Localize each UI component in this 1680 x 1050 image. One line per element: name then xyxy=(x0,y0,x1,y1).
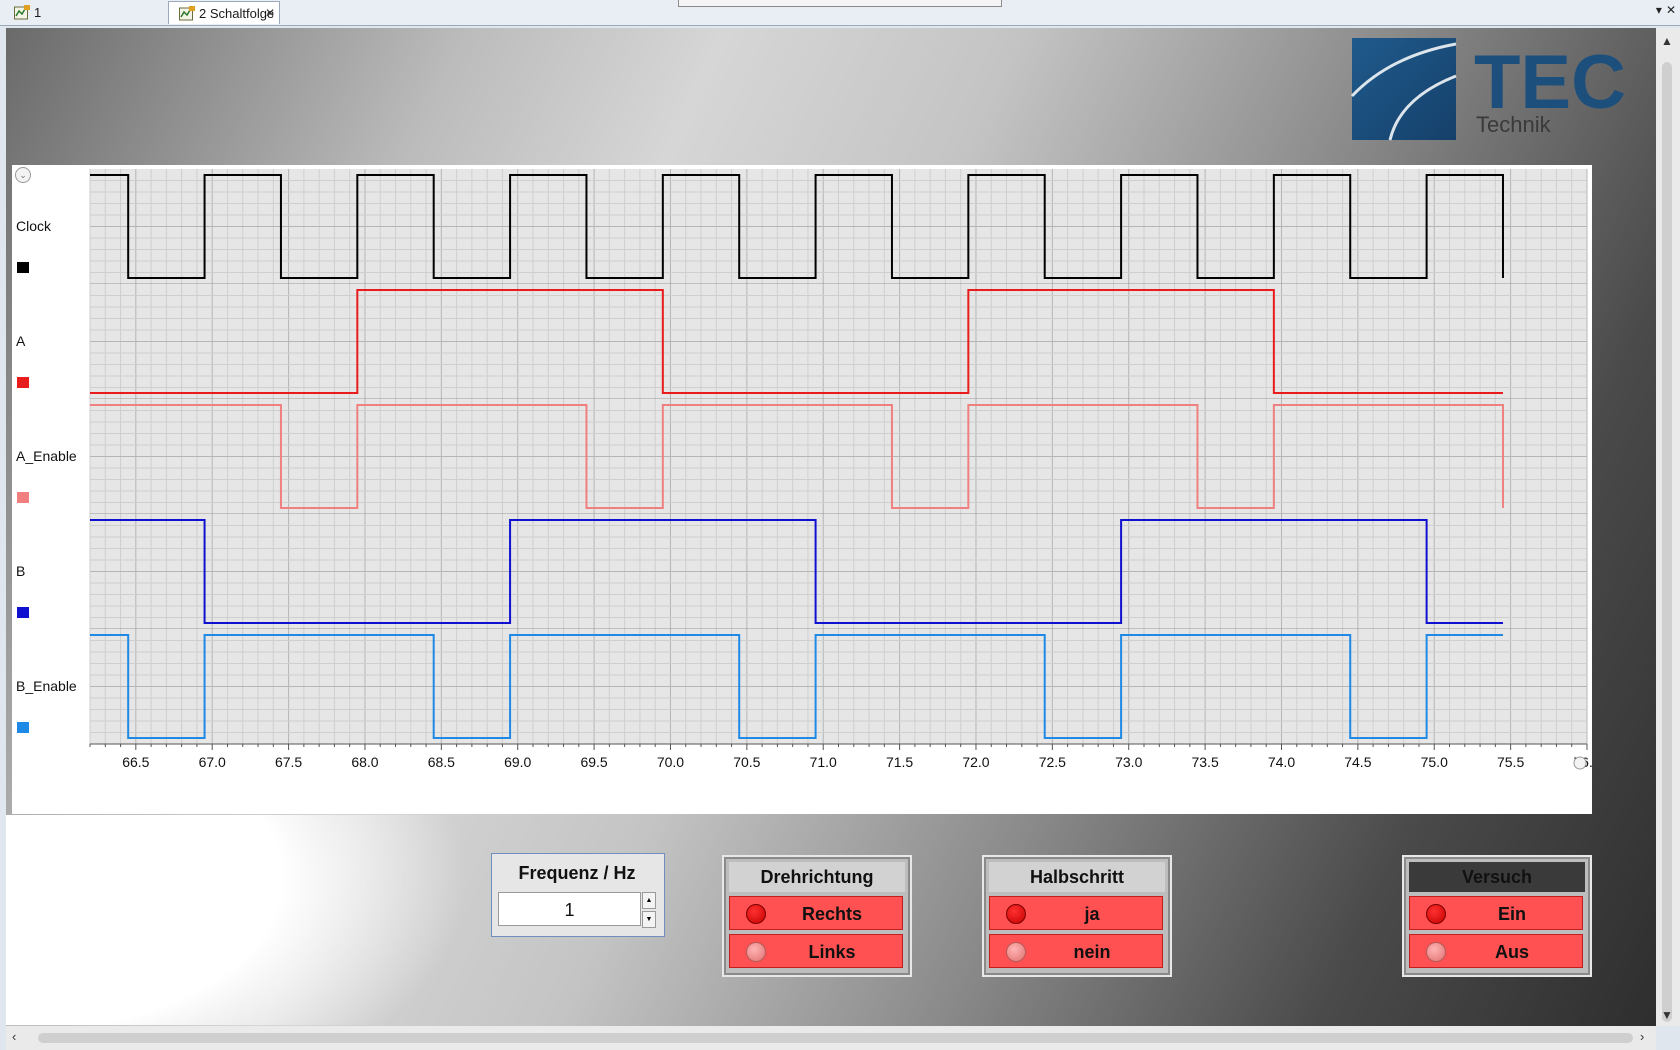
x-tick-label: 73.5 xyxy=(1191,754,1218,770)
x-tick-label: 71.5 xyxy=(886,754,913,770)
frequency-title: Frequenz / Hz xyxy=(518,863,636,883)
horizontal-scrollbar[interactable]: ‹ › xyxy=(6,1026,1656,1050)
series-label: B_Enable xyxy=(16,677,77,694)
versuch-group: Versuch Ein Aus xyxy=(1402,855,1592,977)
option-ja-button[interactable]: ja xyxy=(989,896,1163,930)
decrement-icon[interactable]: ▼ xyxy=(642,911,656,928)
x-tick-label: 75.5 xyxy=(1497,754,1524,770)
x-tick-label: 70.0 xyxy=(657,754,684,770)
x-tick-label: 73.0 xyxy=(1115,754,1142,770)
led-on-icon xyxy=(1006,904,1026,924)
horizontal-scroll-thumb[interactable] xyxy=(38,1033,1633,1043)
logo-sub-text: Technik xyxy=(1476,112,1552,137)
option-ein-button[interactable]: Ein xyxy=(1409,896,1583,930)
led-off-icon xyxy=(1006,942,1026,962)
led-on-icon xyxy=(1426,904,1446,924)
x-tick-label: 71.0 xyxy=(810,754,837,770)
vi-panel-icon xyxy=(179,6,195,21)
series-label: A_Enable xyxy=(16,447,77,464)
led-on-icon xyxy=(746,904,766,924)
x-tick-label: 67.5 xyxy=(275,754,302,770)
option-nein-button[interactable]: nein xyxy=(989,934,1163,968)
x-tick-label: 68.0 xyxy=(351,754,378,770)
x-tick-label: 72.5 xyxy=(1039,754,1066,770)
document-tab-bar: 1 Vollbrueckenschaltung 2 Schaltfolge ✕ … xyxy=(0,0,1680,43)
option-label: Ein xyxy=(1497,904,1526,924)
x-tick-label: 67.0 xyxy=(199,754,226,770)
vertical-scroll-thumb[interactable] xyxy=(1662,62,1672,1022)
tab-vollbrueckenschaltung[interactable]: 1 Vollbrueckenschaltung xyxy=(4,1,166,43)
title-field xyxy=(678,0,1002,7)
option-aus-button[interactable]: Aus xyxy=(1409,934,1583,968)
dropdown-arrow-icon[interactable]: ▾ xyxy=(1656,3,1662,17)
digital-waveform-chart[interactable]: 66.5 67.0 67.5 68.0 68.5 69.0 69.5 70.0 70.5 71.0… xyxy=(12,165,1592,814)
scroll-up-icon[interactable]: ▲ xyxy=(1661,34,1673,48)
led-off-icon xyxy=(746,942,766,962)
tab-label: 2 Schaltfolge xyxy=(199,6,275,21)
series-color-swatch[interactable] xyxy=(17,262,29,273)
option-label: Aus xyxy=(1494,942,1529,962)
scroll-left-icon[interactable]: ‹ xyxy=(12,1029,16,1044)
panel-highlight xyxy=(6,815,466,1025)
group-title: Versuch xyxy=(1409,862,1585,892)
drehrichtung-group: Drehrichtung Rechts Links xyxy=(722,855,912,977)
group-title: Drehrichtung xyxy=(729,862,905,892)
x-tick-label: 69.0 xyxy=(504,754,531,770)
series-label: Clock xyxy=(16,217,52,234)
collapse-icon[interactable]: ⌄ xyxy=(15,167,31,183)
x-tick-label: 74.0 xyxy=(1268,754,1295,770)
frequency-stepper[interactable]: ▲ ▼ xyxy=(642,892,656,928)
group-title: Halbschritt xyxy=(989,862,1165,892)
close-tab-icon[interactable]: ✕ xyxy=(265,2,275,25)
series-color-swatch[interactable] xyxy=(17,492,29,503)
x-tick-label: 69.5 xyxy=(580,754,607,770)
frequency-control: Frequenz / Hz 1 ▲ ▼ xyxy=(491,853,665,937)
x-tick-label: 72.0 xyxy=(962,754,989,770)
option-label: ja xyxy=(1084,904,1100,924)
option-label: nein xyxy=(1073,942,1111,962)
scroll-down-icon[interactable]: ▼ xyxy=(1661,1008,1673,1022)
x-tick-label: 74.5 xyxy=(1344,754,1371,770)
scale-menu-icon[interactable] xyxy=(1573,756,1587,770)
vi-panel-icon xyxy=(14,5,30,20)
increment-icon[interactable]: ▲ xyxy=(642,892,656,909)
series-color-swatch[interactable] xyxy=(17,377,29,388)
led-off-icon xyxy=(1426,942,1446,962)
series-label: A xyxy=(16,332,26,349)
x-tick-label: 66.5 xyxy=(122,754,149,770)
tec-technik-logo: TEC Technik xyxy=(1350,38,1626,141)
close-window-icon[interactable]: ✕ xyxy=(1666,3,1676,17)
series-label: B xyxy=(16,562,26,579)
series-color-swatch[interactable] xyxy=(17,722,29,733)
scroll-right-icon[interactable]: › xyxy=(1640,1029,1644,1044)
x-tick-label: 68.5 xyxy=(428,754,455,770)
option-rechts-button[interactable]: Rechts xyxy=(729,896,903,930)
option-label: Rechts xyxy=(801,904,863,924)
x-tick-label: 75.0 xyxy=(1421,754,1448,770)
waveform-plot-area: 66.5 67.0 67.5 68.0 68.5 69.0 69.5 70.0 70.5 71.0… xyxy=(89,169,1592,770)
tab-schaltfolge[interactable]: 2 Schaltfolge ✕ xyxy=(168,1,280,24)
halbschritt-group: Halbschritt ja nein xyxy=(982,855,1172,977)
option-links-button[interactable]: Links xyxy=(729,934,903,968)
window-controls: ▾ ✕ xyxy=(1652,3,1676,17)
frequency-input[interactable]: 1 xyxy=(498,892,641,926)
series-color-swatch[interactable] xyxy=(17,607,29,618)
vertical-scrollbar[interactable]: ▲ ▼ xyxy=(1656,28,1680,1026)
x-tick-label: 70.5 xyxy=(733,754,760,770)
option-label: Links xyxy=(808,942,856,962)
